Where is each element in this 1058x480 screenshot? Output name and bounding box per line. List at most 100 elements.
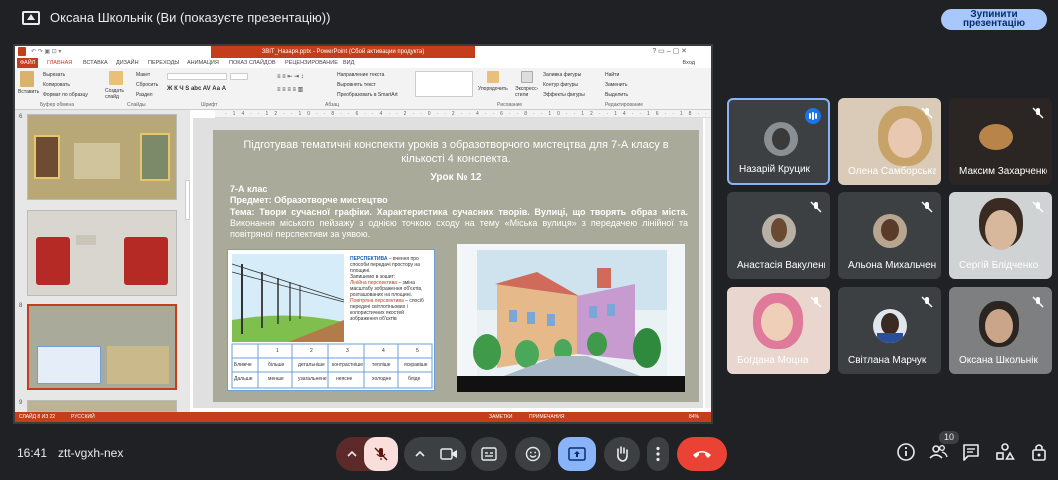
create-slide-label[interactable]: Создать слайд bbox=[105, 88, 131, 100]
express-styles-label[interactable]: Экспресс-стили bbox=[515, 86, 539, 98]
more-options-button[interactable] bbox=[647, 437, 669, 471]
zoom-level[interactable]: 84% bbox=[689, 414, 699, 420]
avatar bbox=[762, 214, 796, 248]
mic-off-icon bbox=[921, 201, 933, 213]
mic-options-chevron-icon[interactable] bbox=[347, 451, 357, 457]
present-screen-icon bbox=[568, 447, 586, 461]
comments-button[interactable]: ПРИМЕЧАНИЯ bbox=[529, 414, 565, 420]
layout-label[interactable]: Макет bbox=[136, 72, 150, 78]
language-indicator[interactable]: РУССКИЙ bbox=[71, 414, 95, 420]
reactions-button[interactable] bbox=[515, 437, 551, 471]
select-label[interactable]: Выделить bbox=[605, 92, 628, 98]
tab-design[interactable]: ДИЗАЙН bbox=[116, 60, 139, 66]
paste-label[interactable]: Вставить bbox=[18, 89, 39, 95]
slide-thumbnail-6[interactable] bbox=[27, 114, 177, 200]
mic-off-icon bbox=[1032, 296, 1044, 308]
activities-button[interactable] bbox=[994, 441, 1018, 465]
text-direction-label[interactable]: Направление текста bbox=[337, 72, 384, 78]
reset-label[interactable]: Сбросить bbox=[136, 82, 158, 88]
notes-button[interactable]: ЗАМЕТКИ bbox=[489, 414, 512, 420]
slide-thumbnail-9[interactable] bbox=[27, 400, 177, 412]
mic-off-icon bbox=[921, 296, 933, 308]
meeting-info-button[interactable] bbox=[895, 441, 919, 465]
login-link[interactable]: Вход bbox=[683, 60, 695, 66]
arrange-label[interactable]: Упорядочить bbox=[478, 86, 508, 92]
participant-tile-oksana[interactable]: Оксана Школьнік bbox=[949, 287, 1052, 374]
tab-file[interactable]: ФАЙЛ bbox=[17, 58, 39, 68]
lock-person-icon bbox=[1032, 444, 1046, 461]
powerpoint-logo-icon bbox=[18, 47, 26, 56]
stop-presenting-button[interactable]: Зупинити презентацію bbox=[941, 9, 1047, 30]
shape-fill-label[interactable]: Заливка фигуры bbox=[543, 72, 581, 78]
perspective-diagram-image: ПЕРСПЕКТИВА – вчення про способи передач… bbox=[227, 249, 435, 391]
replace-label[interactable]: Заменить bbox=[605, 82, 627, 88]
captions-icon bbox=[481, 447, 497, 461]
font-name-field[interactable] bbox=[167, 73, 227, 80]
present-now-button[interactable] bbox=[558, 437, 596, 471]
window-controls-icon[interactable]: ? ▭ – ▢ ✕ bbox=[652, 47, 687, 55]
tab-review[interactable]: РЕЦЕНЗИРОВАНИЕ bbox=[285, 60, 338, 66]
align-text-label[interactable]: Выровнять текст bbox=[337, 82, 376, 88]
participant-tile-bohdana[interactable]: Богдана Моцна bbox=[727, 287, 830, 374]
slide-thumbnails-pane[interactable]: 6 8 9 bbox=[15, 110, 190, 412]
paste-icon[interactable] bbox=[20, 71, 34, 87]
tab-slideshow[interactable]: ПОКАЗ СЛАЙДОВ bbox=[229, 60, 276, 66]
shape-effects-label[interactable]: Эффекты фигуры bbox=[543, 92, 585, 98]
speaking-indicator-icon bbox=[805, 108, 821, 124]
shapes-gallery[interactable] bbox=[415, 71, 473, 97]
participant-name: Оксана Школьнік bbox=[959, 355, 1038, 366]
tab-home[interactable]: ГЛАВНАЯ bbox=[47, 60, 72, 66]
tab-animation[interactable]: АНИМАЦИЯ bbox=[187, 60, 219, 66]
leave-call-button[interactable] bbox=[677, 437, 727, 471]
tab-transitions[interactable]: ПЕРЕХОДЫ bbox=[148, 60, 179, 66]
arrange-icon[interactable] bbox=[487, 71, 499, 83]
more-vert-icon bbox=[656, 446, 660, 462]
participant-tile-nazarii[interactable]: Назарій Круцик bbox=[727, 98, 830, 185]
raise-hand-button[interactable] bbox=[604, 437, 640, 471]
slide-thumbnail-7[interactable] bbox=[27, 210, 177, 296]
participant-tile-olena[interactable]: Олена Самборська bbox=[838, 98, 941, 185]
participant-tile-alona[interactable]: Альона Михальченко bbox=[838, 192, 941, 279]
mic-control-group bbox=[336, 437, 398, 471]
participant-tile-anastasiia[interactable]: Анастасія Вакуленко bbox=[727, 192, 830, 279]
express-styles-icon[interactable] bbox=[521, 71, 533, 83]
font-format-buttons[interactable]: Ж К Ч S abc AV Аа A bbox=[167, 86, 226, 92]
mic-toggle-button[interactable] bbox=[364, 437, 398, 471]
people-button[interactable] bbox=[927, 441, 951, 465]
ppt-status-bar: СЛАЙД 8 ИЗ 22 РУССКИЙ ЗАМЕТКИ ПРИМЕЧАНИЯ… bbox=[15, 412, 711, 422]
participant-tile-serhii[interactable]: Сергій Блідченко bbox=[949, 192, 1052, 279]
mic-off-icon bbox=[921, 107, 933, 119]
participant-tile-maksym[interactable]: Максим Захарченко bbox=[949, 98, 1052, 185]
participant-name: Богдана Моцна bbox=[737, 355, 809, 366]
smartart-label[interactable]: Преобразовать в SmartArt bbox=[337, 92, 398, 98]
format-painter-label[interactable]: Формат по образцу bbox=[43, 92, 88, 98]
tab-view[interactable]: ВИД bbox=[343, 60, 354, 66]
camera-control-group bbox=[404, 437, 466, 471]
paragraph-buttons[interactable]: ≡ ≡ ⇤ ⇥ ↕ bbox=[277, 73, 304, 80]
current-slide[interactable]: Підготував тематичні конспекти уроків з … bbox=[213, 130, 699, 402]
slide-scrollbar[interactable] bbox=[705, 118, 711, 408]
slides-group-label: Слайды bbox=[127, 102, 146, 108]
align-buttons[interactable]: ≡ ≡ ≡ ≡ ▥ bbox=[277, 86, 303, 93]
tab-insert[interactable]: ВСТАВКА bbox=[83, 60, 108, 66]
camera-options-chevron-icon[interactable] bbox=[415, 451, 425, 457]
thumb-number: 8 bbox=[19, 303, 23, 309]
thumbnails-scrollbar[interactable] bbox=[185, 180, 190, 220]
ruler-ticks: ·14··12··10··8··6··4··2··0··2··4··6··8··… bbox=[225, 111, 713, 117]
participant-tile-svitlana[interactable]: Світлана Марчук bbox=[838, 287, 941, 374]
copy-label[interactable]: Копировать bbox=[43, 82, 70, 88]
find-label[interactable]: Найти bbox=[605, 72, 619, 78]
section-label[interactable]: Раздел bbox=[136, 92, 153, 98]
host-controls-button[interactable] bbox=[1028, 441, 1052, 465]
avatar bbox=[764, 122, 798, 156]
meeting-code[interactable]: ztt-vgxh-nex bbox=[58, 446, 123, 460]
cut-label[interactable]: Вырезать bbox=[43, 72, 65, 78]
captions-button[interactable] bbox=[471, 437, 507, 471]
chat-button[interactable] bbox=[960, 441, 984, 465]
font-size-field[interactable] bbox=[230, 73, 248, 80]
create-slide-icon[interactable] bbox=[109, 71, 123, 85]
camera-toggle-button[interactable] bbox=[432, 437, 466, 471]
presentation-icon bbox=[22, 11, 40, 25]
shape-outline-label[interactable]: Контур фигуры bbox=[543, 82, 578, 88]
slide-thumbnail-8-selected[interactable] bbox=[27, 304, 177, 390]
